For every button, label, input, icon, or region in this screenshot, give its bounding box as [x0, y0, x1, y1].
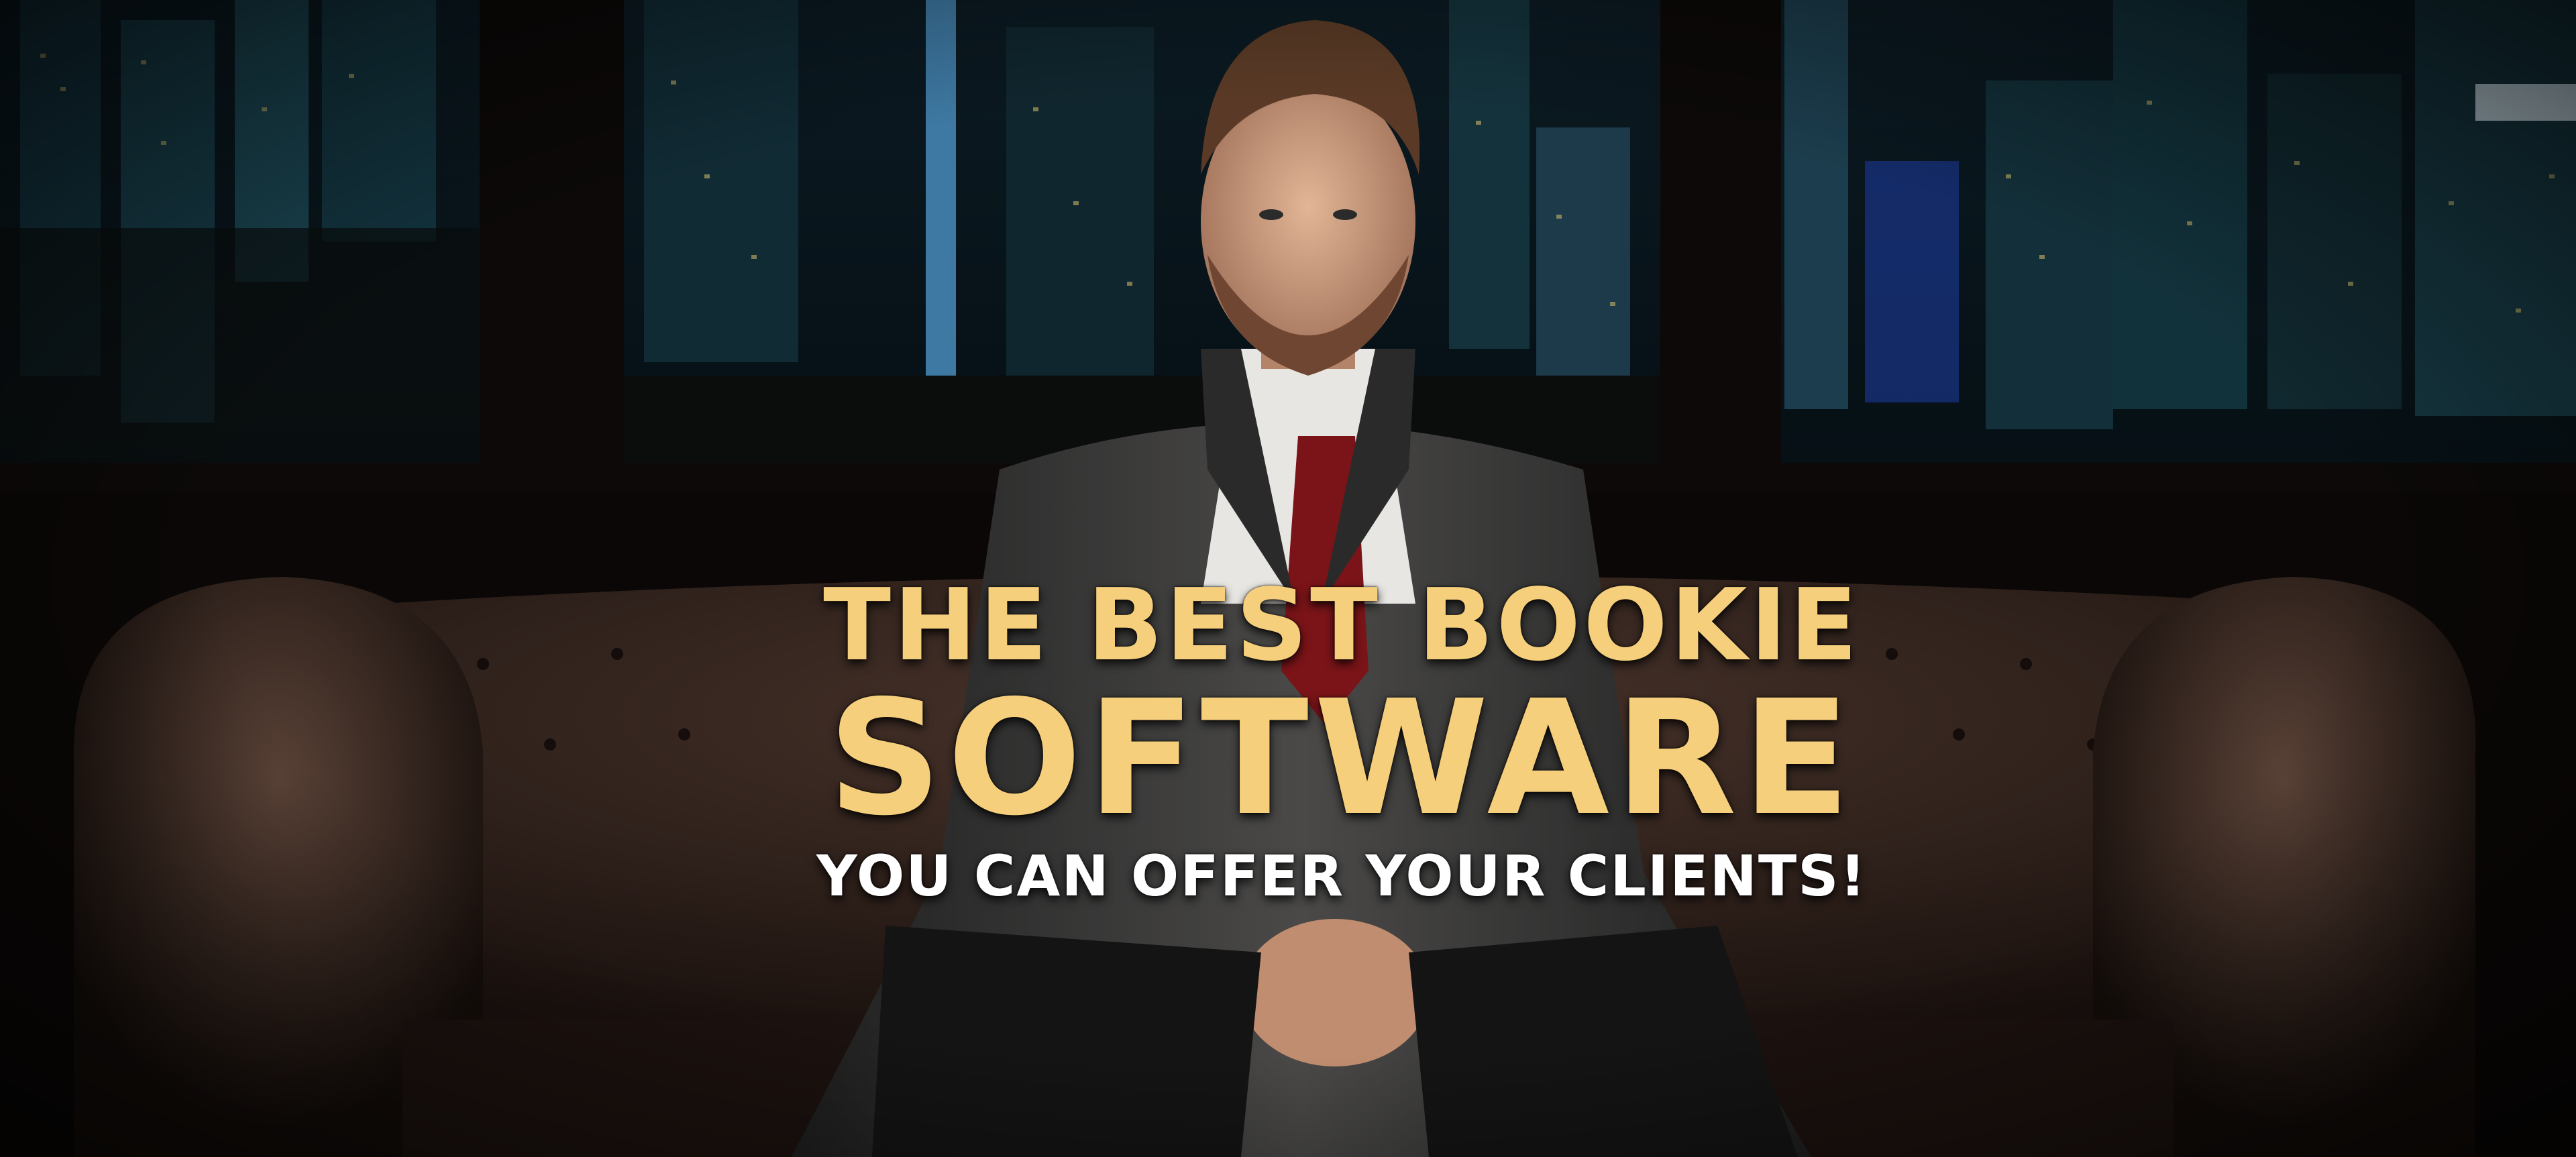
headline-line-1: THE BEST BOOKIE — [823, 567, 1860, 683]
hero-banner: THE BEST BOOKIE SOFTWARE YOU CAN OFFER Y… — [0, 0, 2576, 1157]
headline: THE BEST BOOKIE SOFTWARE YOU CAN OFFER Y… — [798, 570, 1885, 913]
headline-line-2: SOFTWARE — [827, 666, 1856, 850]
headline-tagline: YOU CAN OFFER YOUR CLIENTS! — [816, 843, 1867, 909]
